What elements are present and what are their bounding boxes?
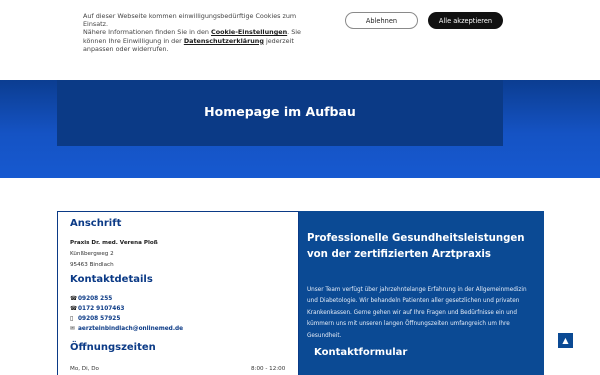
hero-section: Homepage im Aufbau: [0, 80, 600, 178]
contact-heading: Kontaktdetails: [70, 274, 153, 285]
phone-icon: ☎: [70, 296, 78, 302]
fax-number: 09208 57925: [78, 316, 121, 322]
services-panel: Professionelle Gesundheitsleistungen von…: [299, 211, 544, 375]
hero-title: Homepage im Aufbau: [204, 104, 356, 119]
address-heading: Anschrift: [70, 218, 122, 229]
services-title: Professionelle Gesundheitsleistungen von…: [307, 233, 525, 260]
cookie-line-1: Auf dieser Webseite kommen einwilligungs…: [83, 12, 297, 29]
cookie-banner: Auf dieser Webseite kommen einwilligungs…: [0, 0, 600, 80]
practice-info-panel: Anschrift Praxis Dr. med. Verena Ploß Kü…: [57, 211, 299, 375]
chevron-up-icon[interactable]: ▲: [557, 332, 574, 349]
hero-box: Homepage im Aufbau: [57, 80, 503, 146]
decline-cookies-button[interactable]: Ablehnen: [345, 12, 418, 29]
cookie-notice-text: Auf dieser Webseite kommen einwilligungs…: [83, 12, 315, 53]
email-address[interactable]: aerzteinbindlach@onlinemed.de: [78, 326, 183, 332]
contact-form-heading: Kontaktformular: [314, 347, 408, 358]
hours-heading: Öffnungszeiten: [70, 342, 156, 353]
address-city: 95463 Bindlach: [70, 262, 114, 268]
mobile-icon: ☎: [70, 306, 78, 312]
phone-number[interactable]: 09208 255: [78, 296, 112, 302]
hours-days: Mo, Di, Do: [70, 366, 99, 372]
practice-name: Praxis Dr. med. Verena Ploß: [70, 240, 158, 246]
fax-icon: ▯: [70, 316, 74, 322]
hours-time: 8:00 - 12:00: [251, 366, 286, 372]
address-street: Künßbergweg 2: [70, 251, 114, 257]
email-contact[interactable]: ✉ aerzteinbindlach@onlinemed.de: [70, 326, 183, 332]
cookie-line-2-pre: Nähere Informationen finden Sie in den: [83, 28, 212, 37]
email-icon: ✉: [70, 326, 75, 332]
accept-all-cookies-button[interactable]: Alle akzeptieren: [428, 12, 503, 29]
phone-contact[interactable]: ☎09208 255: [70, 296, 112, 302]
fax-contact: ▯ 09208 57925: [70, 316, 120, 322]
privacy-policy-link[interactable]: Datenschutzerklärung: [184, 37, 264, 45]
cookie-settings-link[interactable]: Cookie-Einstellungen: [211, 28, 287, 36]
services-description: Unser Team verfügt über jahrzehntelange …: [307, 287, 527, 339]
mobile-contact[interactable]: ☎0172 9107463: [70, 306, 124, 312]
mobile-number[interactable]: 0172 9107463: [78, 306, 124, 312]
